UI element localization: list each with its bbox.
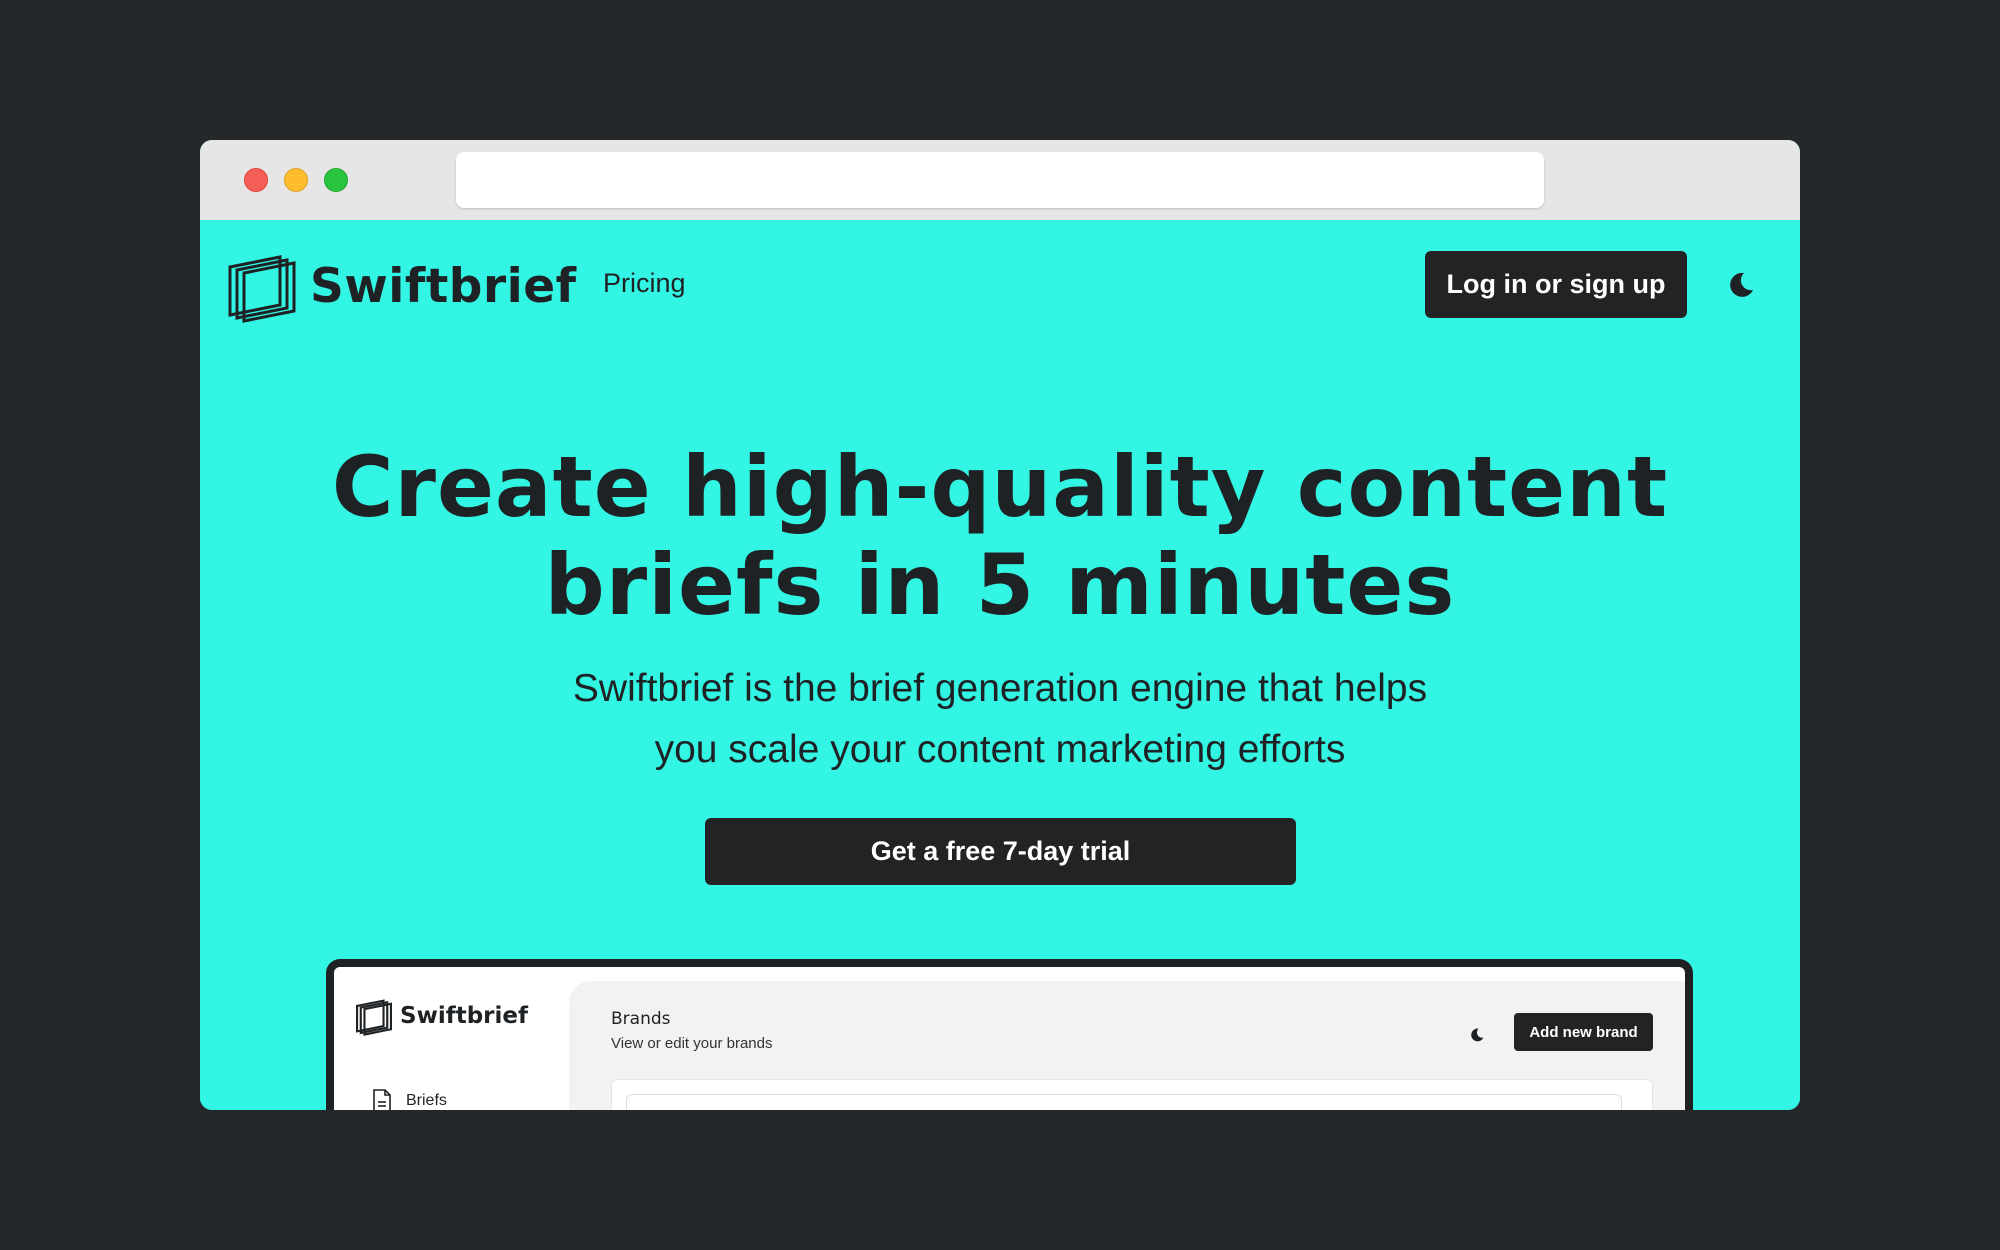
- window-close-dot[interactable]: [244, 168, 268, 192]
- preview-sidebar-item-label: Briefs: [406, 1092, 447, 1109]
- app-preview: Swiftbrief Briefs Brands View or edit yo…: [326, 959, 1693, 1110]
- hero-title-line1: Create high-quality content: [331, 438, 1669, 536]
- preview-page-subtitle: View or edit your brands: [611, 1035, 773, 1052]
- window-maximize-dot[interactable]: [324, 168, 348, 192]
- preview-brands-panel: [611, 1079, 1653, 1110]
- logo-icon: [228, 255, 296, 323]
- preview-brand-name: Swiftbrief: [400, 1003, 528, 1029]
- moon-icon[interactable]: [1726, 270, 1756, 300]
- window-minimize-dot[interactable]: [284, 168, 308, 192]
- address-bar[interactable]: [456, 152, 1544, 208]
- hero-subtitle: Swiftbrief is the brief generation engin…: [200, 658, 1800, 780]
- hero-subtitle-line1: Swiftbrief is the brief generation engin…: [572, 667, 1428, 710]
- free-trial-button[interactable]: Get a free 7-day trial: [705, 818, 1296, 885]
- brand-name: Swiftbrief: [310, 258, 577, 314]
- hero-title-line2: briefs in 5 minutes: [544, 536, 1456, 634]
- browser-window: Swiftbrief Pricing Log in or sign up Cre…: [200, 140, 1800, 1110]
- preview-search-input[interactable]: [626, 1094, 1622, 1110]
- moon-icon[interactable]: [1469, 1027, 1485, 1043]
- document-icon: [373, 1089, 391, 1110]
- landing-page: Swiftbrief Pricing Log in or sign up Cre…: [200, 220, 1800, 1110]
- brand[interactable]: Swiftbrief: [228, 246, 577, 326]
- browser-chrome: [200, 140, 1800, 220]
- preview-brand: Swiftbrief: [356, 995, 528, 1037]
- preview-main: Brands View or edit your brands Add new …: [569, 981, 1685, 1110]
- add-new-brand-button[interactable]: Add new brand: [1514, 1013, 1653, 1051]
- hero-subtitle-line2: you scale your content marketing efforts: [654, 728, 1346, 771]
- login-signup-button[interactable]: Log in or sign up: [1425, 251, 1687, 318]
- hero-title: Create high-quality content briefs in 5 …: [200, 438, 1800, 634]
- logo-icon: [356, 999, 392, 1036]
- preview-sidebar-item-briefs[interactable]: Briefs: [372, 1089, 447, 1110]
- nav-pricing-link[interactable]: Pricing: [603, 268, 686, 299]
- preview-page-title: Brands: [611, 1009, 671, 1029]
